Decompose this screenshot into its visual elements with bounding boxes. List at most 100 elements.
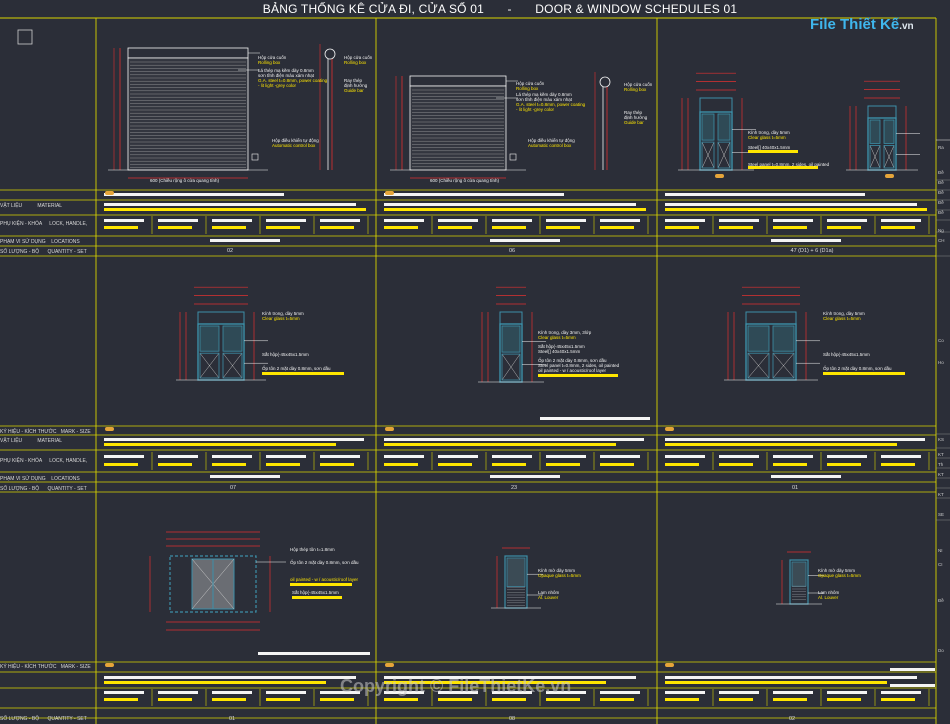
- logo-brand: File Thiết Kế: [810, 16, 900, 33]
- highlight-bar: [719, 463, 753, 466]
- highlight-bar: [438, 463, 472, 466]
- row-label-mark-2: KÝ HIỆU - KÍCH THƯỚC MARK - SIZE: [0, 429, 91, 435]
- drawing-sheet[interactable]: BẢNG THỐNG KÊ CỬA ĐI, CỬA SỔ 01 - DOOR &…: [0, 0, 950, 724]
- door-glass: [701, 113, 715, 141]
- row-label-quantity-2: SỐ LƯỢNG - BỘ QUANTITY - SET: [0, 486, 87, 492]
- mark-tag: [665, 663, 674, 667]
- title-block-entry: Th: [938, 462, 944, 467]
- mark-tag: [885, 174, 894, 178]
- opaque-glass: [791, 561, 807, 587]
- annotation-roller-box-side: Hộp cửa cuốn Rolling box: [344, 55, 373, 65]
- highlight-bar: [665, 681, 887, 684]
- annotation-slat: Lá thép mạ kẽm dày 0.8mm sơn tĩnh điện mà…: [258, 68, 328, 88]
- highlight-bar: [158, 463, 192, 466]
- quantity-code: 23: [510, 485, 518, 491]
- quantity-code: 02: [788, 716, 796, 722]
- white-bar: [827, 455, 867, 458]
- highlight-bar: [266, 226, 300, 229]
- note-bar: [540, 417, 650, 420]
- row-label-material-2: VẬT LIỆU MATERIAL: [0, 438, 63, 444]
- highlight-bar: [438, 698, 472, 701]
- title-block-entry: Đề: [938, 200, 944, 205]
- highlight-bar: [719, 226, 753, 229]
- highlight-bar: [600, 698, 634, 701]
- white-bar: [665, 203, 917, 206]
- highlight-bar: [823, 372, 905, 375]
- annotation-panel: Ốp tôn 2 mặt dày 0.8mm, sơn dầu: [823, 366, 892, 371]
- annotation-width: 600 (Chiều rộng ô cửa quang tính): [430, 178, 500, 183]
- highlight-bar: [104, 226, 138, 229]
- title-block-entry: CI: [938, 562, 943, 567]
- white-bar: [719, 219, 759, 222]
- quantity-code: 47 (D1) + 6 (D1a): [790, 248, 834, 254]
- title-block-entry: Đề: [938, 598, 944, 603]
- white-bar: [665, 676, 917, 679]
- control-box: [509, 153, 517, 161]
- white-bar: [104, 203, 356, 206]
- mark-tag: [385, 663, 394, 667]
- note-bar: [890, 684, 935, 687]
- logo-domain: .vn: [899, 21, 914, 32]
- white-bar: [384, 219, 424, 222]
- white-bar: [546, 455, 586, 458]
- white-bar: [266, 455, 306, 458]
- white-bar: [212, 219, 252, 222]
- highlight-bar: [384, 698, 418, 701]
- copyright-watermark: Copyright © FileThietKe.vn: [340, 676, 572, 696]
- mark-tag: [105, 191, 114, 195]
- sheet-title: BẢNG THỐNG KÊ CỬA ĐI, CỬA SỔ 01 - DOOR &…: [180, 2, 820, 16]
- highlight-bar: [158, 226, 192, 229]
- annotation-width: 600 (Chiều rộng ô cửa quang tính): [150, 178, 220, 183]
- highlight-bar: [546, 698, 580, 701]
- annotation-control-box: Hộp điều khiển tự động Automatic control …: [528, 138, 575, 148]
- filethietke-logo: File Thiết Kế.vn: [810, 10, 922, 40]
- row-label-location-1: PHẠM VI SỬ DỤNG LOCATIONS: [0, 239, 80, 245]
- white-bar: [104, 193, 284, 196]
- mark-tag: [385, 427, 394, 431]
- highlight-bar: [384, 443, 616, 446]
- white-bar: [320, 455, 360, 458]
- door-transom: [745, 311, 797, 325]
- quantity-code: 07: [229, 485, 237, 491]
- white-bar: [266, 219, 306, 222]
- highlight-bar: [290, 583, 352, 586]
- highlight-bar: [827, 226, 861, 229]
- row-label-mark-3: KÝ HIỆU - KÍCH THƯỚC MARK - SIZE: [0, 664, 91, 670]
- highlight-bar: [546, 463, 580, 466]
- mark-tag: [665, 427, 674, 431]
- highlight-bar: [104, 443, 336, 446]
- white-bar: [492, 455, 532, 458]
- door-glass: [772, 325, 795, 352]
- white-bar: [719, 455, 759, 458]
- quantity-code: 06: [508, 248, 516, 254]
- quantity-code: 01: [228, 716, 236, 722]
- door-glass: [199, 325, 220, 352]
- annotation-steel-panel: Steel panel t=0.8mm, 2 sides, oil painte…: [748, 162, 830, 167]
- white-bar: [158, 219, 198, 222]
- highlight-bar: [266, 698, 300, 701]
- title-block-entry: SE: [938, 512, 945, 517]
- highlight-bar: [104, 681, 326, 684]
- door-transom: [867, 105, 897, 119]
- opaque-glass: [506, 557, 526, 587]
- quantity-code: 08: [508, 716, 516, 722]
- title-block-entry: Do: [938, 648, 944, 653]
- white-bar: [492, 219, 532, 222]
- white-bar: [438, 219, 478, 222]
- cad-drawing-canvas[interactable]: [0, 0, 950, 724]
- highlight-bar: [600, 226, 634, 229]
- quantity-code: 01: [791, 485, 799, 491]
- annotation-glass: Kính trong, dày 5mm Clear glass t=5mm: [262, 311, 304, 321]
- white-bar: [665, 691, 705, 694]
- highlight-bar: [492, 698, 526, 701]
- highlight-bar: [546, 226, 580, 229]
- title-block-entry: Đề: [938, 190, 944, 195]
- highlight-bar: [158, 698, 192, 701]
- door-glass: [222, 325, 243, 352]
- white-bar: [210, 475, 280, 478]
- highlight-bar: [665, 208, 927, 211]
- roller-section: [599, 76, 611, 88]
- white-bar: [600, 691, 640, 694]
- highlight-bar: [748, 150, 798, 153]
- highlight-bar: [719, 698, 753, 701]
